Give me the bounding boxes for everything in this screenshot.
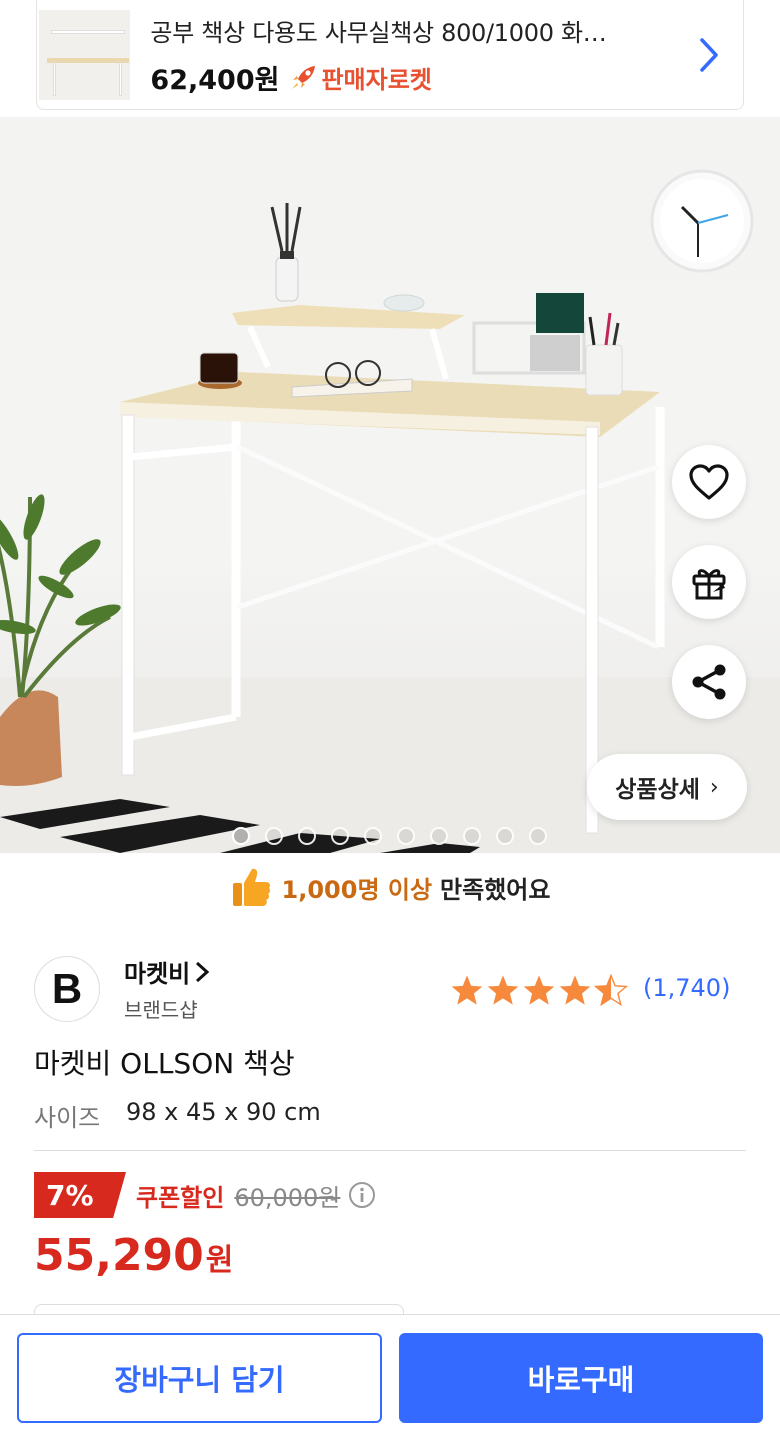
product-title: 마켓비 OLLSON 책상 <box>34 1047 295 1080</box>
discount-badge: 7% <box>34 1172 126 1218</box>
wishlist-button[interactable] <box>672 445 746 519</box>
heart-icon <box>689 464 729 500</box>
gallery-dot[interactable] <box>397 827 415 845</box>
chevron-right-icon: › <box>709 774 719 800</box>
product-detail-label: 상품상세 <box>615 777 700 803</box>
gallery-dot[interactable] <box>463 827 481 845</box>
final-price: 55,290 원 <box>34 1230 233 1281</box>
size-row: 사이즈 98 x 45 x 90 cm <box>34 1098 321 1133</box>
coupon-discount-label: 쿠폰할인 <box>136 1183 225 1212</box>
divider <box>34 1150 746 1151</box>
related-product-thumbnail <box>39 9 131 100</box>
related-product-card[interactable]: 공부 책상 다용도 사무실책상 800/1000 화… 62,400원 판매자로… <box>36 0 744 110</box>
seller-name: 마켓비 <box>124 960 191 988</box>
info-icon[interactable] <box>348 1181 376 1209</box>
seller-rocket-badge: 판매자로켓 <box>289 60 432 95</box>
gallery-dot[interactable] <box>529 827 547 845</box>
product-detail-button[interactable]: 상품상세 › <box>587 754 747 820</box>
final-price-currency: 원 <box>205 1243 234 1278</box>
star-icon <box>487 975 519 1005</box>
star-icon <box>523 975 555 1005</box>
product-page: 공부 책상 다용도 사무실책상 800/1000 화… 62,400원 판매자로… <box>0 0 780 1440</box>
share-button[interactable] <box>672 645 746 719</box>
gallery-dot[interactable] <box>496 827 514 845</box>
original-price: 60,000원 <box>234 1183 341 1212</box>
gallery-pagination <box>232 827 547 845</box>
rocket-icon <box>292 66 316 89</box>
seller-type: 브랜드샵 <box>124 998 198 1022</box>
satisfaction-text: 만족했어요 <box>440 875 551 904</box>
gallery-dot[interactable] <box>232 827 250 845</box>
chevron-right-icon <box>196 961 210 982</box>
add-to-cart-button[interactable]: 장바구니 담기 <box>17 1333 382 1423</box>
product-image-gallery[interactable]: 상품상세 › <box>0 117 780 853</box>
half-star-icon <box>594 974 628 1006</box>
seller-rocket-label: 판매자로켓 <box>321 65 432 94</box>
related-product-title: 공부 책상 다용도 사무실책상 800/1000 화… <box>150 18 607 47</box>
satisfaction-banner: 1,000명 이상 만족했어요 <box>0 858 780 916</box>
discount-row: 7% 쿠폰할인 60,000원 <box>34 1172 376 1218</box>
star-icon <box>559 975 591 1005</box>
satisfaction-count: 1,000명 이상 <box>281 875 433 904</box>
share-icon <box>692 664 726 700</box>
gallery-dot[interactable] <box>265 827 283 845</box>
bottom-action-bar: 장바구니 담기 바로구매 <box>0 1314 780 1440</box>
seller-logo[interactable]: B <box>34 956 100 1022</box>
gallery-dot[interactable] <box>364 827 382 845</box>
gallery-dot[interactable] <box>331 827 349 845</box>
final-price-value: 55,290 <box>34 1230 204 1281</box>
seller-name-link[interactable]: 마켓비 <box>124 954 210 989</box>
buy-now-button[interactable]: 바로구매 <box>399 1333 763 1423</box>
gift-icon <box>692 569 726 600</box>
thumbs-up-icon <box>232 868 270 906</box>
gallery-dot[interactable] <box>298 827 316 845</box>
rating-stars[interactable] <box>450 974 628 1006</box>
product-photo-desk <box>0 169 780 853</box>
gift-button[interactable] <box>672 545 746 619</box>
review-count-link[interactable]: (1,740) <box>643 974 730 1002</box>
star-icon <box>451 975 483 1005</box>
gallery-dot[interactable] <box>430 827 448 845</box>
size-label: 사이즈 <box>34 1104 101 1132</box>
chevron-right-icon[interactable] <box>690 37 727 73</box>
size-value: 98 x 45 x 90 cm <box>126 1098 321 1126</box>
related-product-price: 62,400원 <box>150 64 280 96</box>
